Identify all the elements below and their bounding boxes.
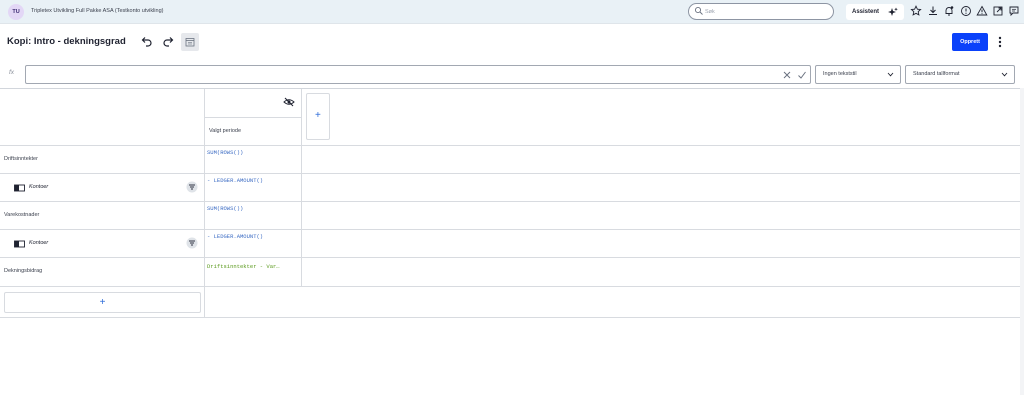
external-link-icon[interactable] (992, 5, 1004, 17)
grid-line (204, 89, 205, 317)
page-title: Kopi: Intro - dekningsgrad (7, 36, 126, 47)
grid-line (0, 201, 1021, 202)
fx-icon: fx (9, 69, 15, 76)
company-avatar[interactable]: TU (8, 4, 24, 20)
grid-line (301, 89, 302, 145)
sub-row-label: Kontoer (29, 184, 49, 190)
sub-row-accounts[interactable]: Kontoer (14, 240, 49, 248)
add-row-button[interactable]: + (4, 292, 201, 313)
scrollbar[interactable] (1020, 88, 1024, 395)
add-column-label: + (315, 110, 321, 121)
sparkle-icon (888, 7, 898, 16)
row-label[interactable]: Dekningsbidrag (4, 268, 42, 274)
number-format-value: Standard tallformat (913, 71, 960, 77)
grid-line (0, 173, 1021, 174)
top-bar: TU Tripletex Utvikling Full Pakke ASA (T… (0, 0, 1024, 24)
grid-line (0, 257, 1021, 258)
filter-icon[interactable] (186, 237, 198, 249)
grid-line (0, 317, 1021, 318)
create-button[interactable]: Opprett (952, 33, 988, 51)
confirm-formula-icon[interactable] (797, 70, 807, 80)
cell-formula[interactable]: Driftsinntekter - Var… (207, 263, 280, 270)
book-icon (14, 184, 25, 192)
book-icon (14, 240, 25, 248)
grid-line (0, 229, 1021, 230)
undo-icon[interactable] (139, 36, 153, 48)
preview-button[interactable] (181, 33, 199, 51)
calendar-icon (185, 38, 195, 47)
row-label[interactable]: Driftsinntekter (4, 156, 38, 162)
cell-formula[interactable]: SUM(ROWS()) (207, 205, 243, 212)
cell-formula[interactable]: SUM(ROWS()) (207, 149, 243, 156)
grid-line (0, 286, 1021, 287)
warning-icon[interactable] (976, 5, 988, 17)
formula-input[interactable] (25, 65, 811, 84)
add-row-label: + (99, 297, 106, 308)
text-style-value: Ingen tekststil (823, 71, 857, 77)
row-label[interactable]: Varekostnader (4, 212, 39, 218)
chevron-down-icon (887, 72, 894, 77)
chevron-down-icon (1001, 72, 1008, 77)
grid-line (205, 117, 301, 118)
number-format-select[interactable]: Standard tallformat (905, 65, 1015, 84)
search-icon (694, 6, 703, 15)
assistant-label: Assistent (852, 9, 880, 15)
company-name[interactable]: Tripletex Utvikling Full Pakke ASA (Test… (31, 8, 163, 14)
grid-border-top (0, 88, 1024, 89)
filter-icon[interactable] (186, 181, 198, 193)
add-column-button[interactable]: + (306, 93, 330, 140)
search-input[interactable] (705, 7, 825, 17)
column-header[interactable]: Valgt periode (209, 128, 241, 134)
cancel-formula-icon[interactable] (782, 70, 792, 80)
redo-icon[interactable] (162, 36, 176, 48)
cell-formula[interactable]: - LEDGER.AMOUNT() (207, 177, 263, 184)
cell-formula[interactable]: - LEDGER.AMOUNT() (207, 233, 263, 240)
search-box[interactable] (688, 3, 834, 20)
more-options-icon[interactable] (993, 34, 1007, 50)
feedback-icon[interactable] (1008, 5, 1020, 17)
info-icon[interactable] (960, 5, 972, 17)
sub-row-accounts[interactable]: Kontoer (14, 184, 49, 192)
text-style-select[interactable]: Ingen tekststil (815, 65, 901, 84)
notification-bell-icon[interactable] (943, 5, 955, 17)
hidden-eye-icon[interactable] (283, 97, 295, 107)
download-icon[interactable] (927, 5, 939, 17)
sub-row-label: Kontoer (29, 240, 49, 246)
star-icon[interactable] (910, 5, 922, 17)
assistant-button[interactable]: Assistent (846, 4, 904, 20)
grid-line (0, 145, 1021, 146)
grid-line (301, 145, 302, 286)
